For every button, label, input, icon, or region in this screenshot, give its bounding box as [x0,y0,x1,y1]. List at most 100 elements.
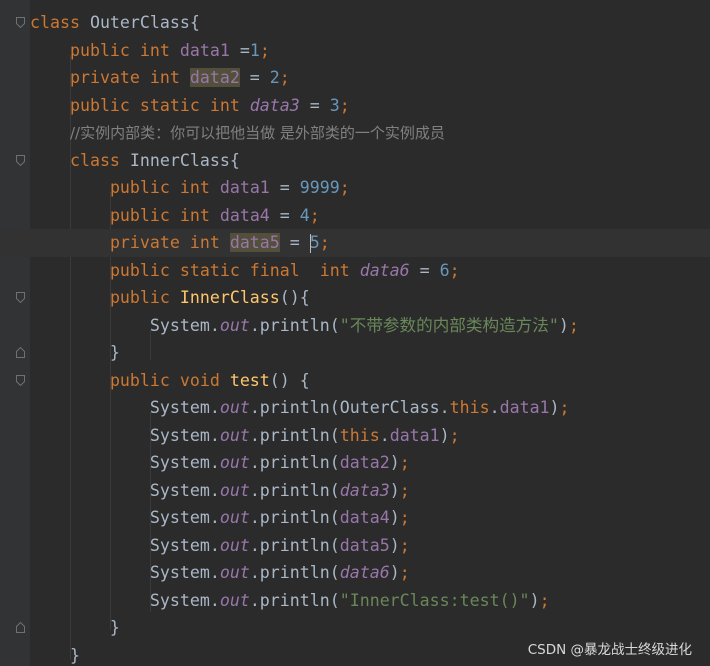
code-line[interactable]: public InnerClass(){ [0,284,710,312]
code-text: System.out.println(OuterClass.this.data1… [30,394,570,422]
watermark: CSDN @暴龙战士终级进化 [527,642,692,658]
code-token: test [229,370,270,390]
fold-open-icon[interactable] [16,154,25,166]
code-token: data1 [499,398,550,417]
code-token: ) [549,398,560,417]
code-token: ) [389,508,400,527]
code-token: } [30,343,120,362]
code-editor[interactable]: class OuterClass{ public int data1 =1; p… [0,0,710,666]
code-token: .println( [249,480,340,500]
code-token: } [30,645,80,665]
code-token: ; [399,535,410,555]
code-token: .println( [249,315,340,335]
code-token: System. [30,398,220,417]
code-token: InnerClass [179,288,280,307]
code-line[interactable]: System.out.println("不带参数的内部类构造方法"); [0,312,710,340]
code-text: System.out.println(data3); [30,477,410,505]
code-text: } [30,614,120,642]
code-token: ; [568,315,579,335]
code-token: "不带参数的内部类构造方法" [339,315,559,335]
code-token: .println( [249,563,340,582]
code-token: System. [30,453,220,472]
fold-close-icon[interactable] [16,347,25,358]
code-line[interactable]: System.out.println(OuterClass.this.data1… [0,394,710,422]
code-line[interactable]: private int data5 = 5; [0,229,710,257]
code-token: out [219,508,250,527]
code-line[interactable]: public static int data3 = 3; [0,92,710,120]
code-token: class [30,13,90,32]
code-token: 6 [439,260,450,280]
fold-open-icon[interactable] [16,292,25,303]
code-token: System. [30,508,220,527]
code-token: ; [539,590,550,610]
code-token: public void [109,370,230,390]
code-line[interactable]: private int data2 = 2; [0,64,710,92]
code-token: out [219,535,250,555]
code-token: System. [30,425,220,445]
code-text: public static final int data6 = 6; [30,257,460,285]
code-token: System. [30,590,220,610]
code-token: ; [559,398,570,417]
code-line[interactable]: public static final int data6 = 6; [0,257,710,285]
code-text: } [30,339,120,367]
code-token: = [299,95,330,115]
code-line[interactable]: class InnerClass{ [0,147,710,175]
code-token: public static int [69,95,250,115]
code-line[interactable]: public int data1 =1; [0,37,710,65]
code-line[interactable]: } [0,339,710,367]
code-token: .println( [249,453,340,472]
code-token: () { [269,370,310,390]
code-token: } [30,618,120,637]
code-line[interactable]: System.out.println(data5); [0,532,710,560]
code-line[interactable]: public void test() { [0,367,710,395]
code-token: this [449,398,490,417]
code-line[interactable]: public int data1 = 9999; [0,174,710,202]
code-line[interactable]: System.out.println(data3); [0,477,710,505]
code-line[interactable]: System.out.println(data4); [0,504,710,532]
code-line[interactable]: //实例内部类：你可以把他当做 是外部类的一个实例成员 [0,119,710,147]
code-text: public int data1 = 9999; [30,174,350,202]
code-line[interactable]: public int data4 = 4; [0,202,710,230]
code-token: ) [558,315,569,335]
code-text: //实例内部类：你可以把他当做 是外部类的一个实例成员 [30,119,445,148]
code-token: ) [389,535,400,555]
code-token: public int [69,40,180,60]
fold-open-icon[interactable] [16,17,25,28]
code-token: . [379,425,390,445]
code-token: = [269,178,300,197]
code-token: = [409,260,440,280]
code-token: data3 [339,480,390,500]
code-token: private int [69,68,190,87]
code-token: data1 [219,178,270,197]
code-token: data3 [249,95,300,115]
code-token: data5 [339,535,390,555]
code-text: class OuterClass{ [30,9,200,37]
code-token: ) [529,590,540,610]
code-token: .println( [249,535,340,555]
code-token: = [269,205,300,225]
code-token: ; [449,260,460,280]
code-text: System.out.println(data4); [30,504,410,532]
code-token: .println(OuterClass. [249,398,450,417]
code-line[interactable]: System.out.println(data6); [0,559,710,587]
code-text: private int data5 = 5; [30,229,330,257]
code-line[interactable]: System.out.println(data2); [0,449,710,477]
fold-open-icon[interactable] [16,374,25,386]
code-token: .println( [249,508,340,527]
code-line[interactable]: System.out.println("InnerClass:test()"); [0,587,710,615]
code-token: data6 [339,563,390,582]
code-token: class [69,150,130,170]
code-line[interactable]: class OuterClass{ [0,9,710,37]
code-token: System. [30,563,220,582]
fold-close-icon[interactable] [16,622,25,633]
code-token: System. [30,315,220,335]
code-token: ; [399,508,410,527]
code-token: out [219,453,250,472]
code-line[interactable]: System.out.println(this.data1); [0,422,710,450]
code-token: ; [309,205,320,225]
